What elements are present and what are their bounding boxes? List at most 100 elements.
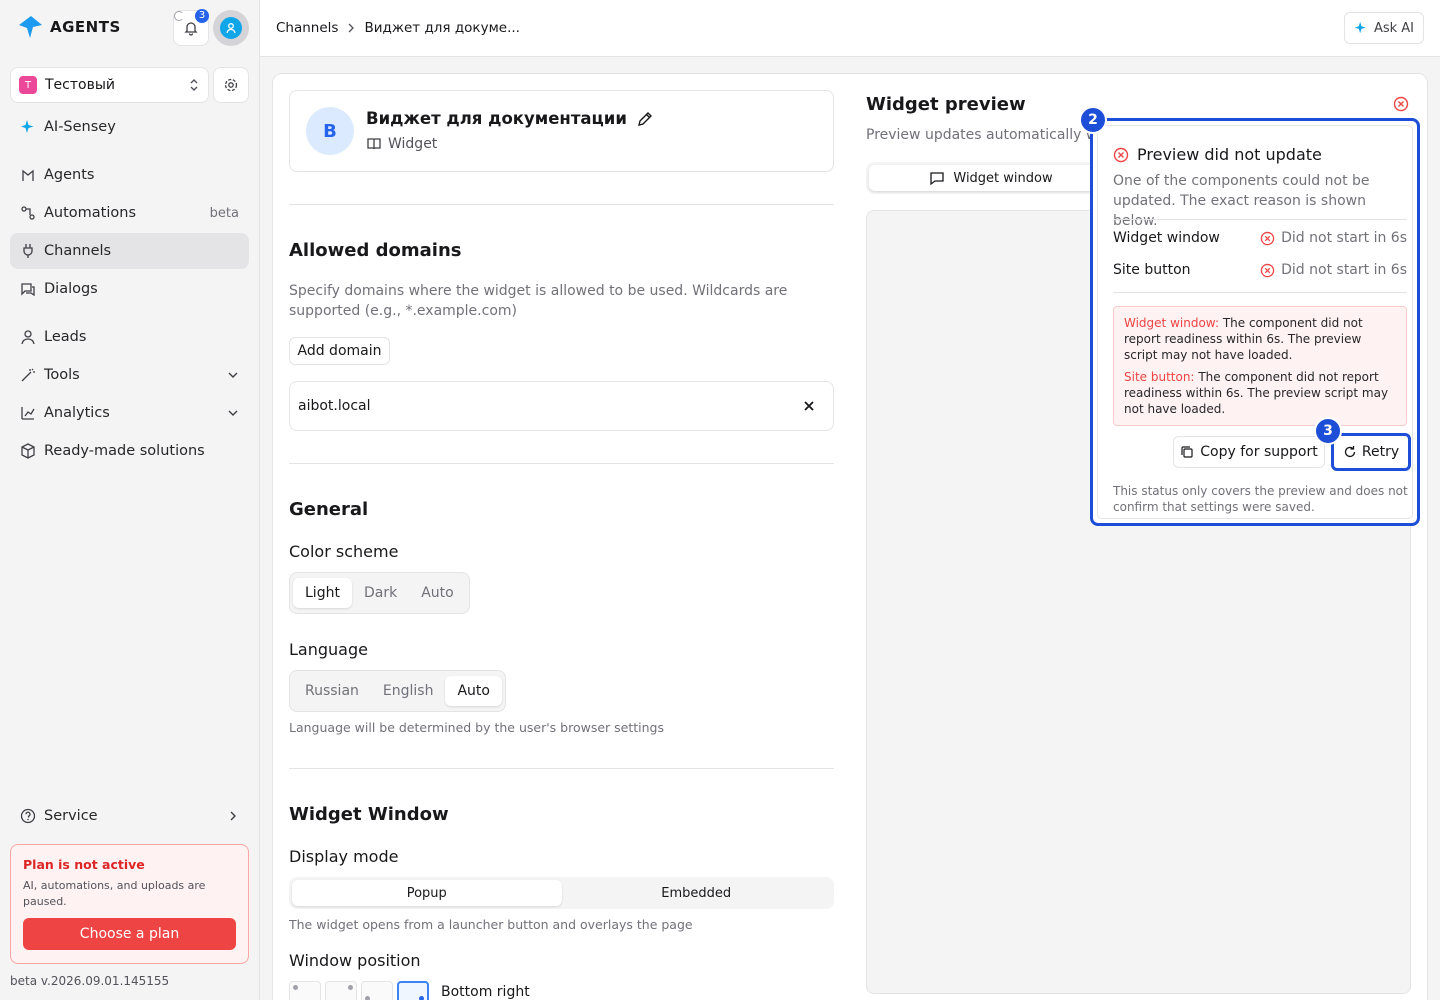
workspace-initial: Т: [19, 76, 37, 94]
sparkle-icon: [21, 120, 34, 133]
widget-type: Widget: [366, 136, 437, 152]
display-mode-popup[interactable]: Popup: [292, 880, 562, 906]
error-detail-widget-window: Widget window: The component did not rep…: [1124, 315, 1396, 363]
user-icon: [21, 330, 35, 345]
ask-ai-label: Ask AI: [1373, 20, 1414, 36]
user-icon: [220, 17, 242, 39]
sidebar-item-service[interactable]: Service: [10, 798, 249, 834]
allowed-domains-description: Specify domains where the widget is allo…: [289, 283, 788, 319]
notifications-badge: 3: [195, 9, 209, 23]
language-auto[interactable]: Auto: [445, 676, 502, 706]
position-bottom-left[interactable]: [361, 981, 393, 1000]
gear-icon: [224, 78, 238, 92]
sidebar-item-dialogs[interactable]: Dialogs: [10, 271, 249, 307]
status-row-name: Site button: [1113, 262, 1191, 278]
logo-icon: [19, 16, 42, 38]
close-icon[interactable]: [803, 400, 815, 412]
language-english[interactable]: English: [371, 676, 446, 706]
beta-badge: beta: [209, 205, 239, 221]
error-circle-icon: [1260, 263, 1275, 277]
sidebar-item-label: AI-Sensey: [44, 119, 116, 135]
general-title: General: [289, 499, 369, 520]
window-position-value: Bottom right: [441, 984, 530, 1000]
plan-warning-description: AI, automations, and uploads are paused.: [23, 879, 206, 908]
annotation-marker-3: 3: [1314, 417, 1342, 445]
popover-body: Preview did not update One of the compon…: [1097, 125, 1413, 519]
logo-text: AGENTS: [50, 18, 121, 36]
color-scheme-toggle: Light Dark Auto: [289, 572, 470, 614]
workspace-settings-button[interactable]: [213, 67, 249, 103]
retry-button[interactable]: Retry: [1331, 433, 1411, 471]
sidebar-item-ready-made-solutions[interactable]: Ready-made solutions: [10, 433, 249, 469]
color-scheme-light[interactable]: Light: [293, 578, 352, 608]
sidebar-item-label: Tools: [44, 367, 80, 383]
widget-avatar: В: [306, 107, 354, 155]
sidebar-item-automations[interactable]: Automations beta: [10, 195, 249, 231]
sidebar-item-leads[interactable]: Leads: [10, 319, 249, 355]
sidebar-item-label: Channels: [44, 243, 112, 259]
bell-icon: [184, 22, 198, 36]
close-circle-icon[interactable]: [1393, 96, 1409, 112]
retry-label: Retry: [1361, 444, 1400, 460]
language-russian[interactable]: Russian: [293, 676, 371, 706]
error-label: Widget window:: [1124, 316, 1219, 330]
pencil-icon[interactable]: [637, 111, 653, 127]
user-avatar[interactable]: [213, 10, 249, 46]
workspace-selector[interactable]: Т Тестовый: [10, 67, 209, 103]
preview-status-popover: Preview did not update One of the compon…: [1090, 118, 1420, 526]
sidebar-item-channels[interactable]: Channels: [10, 233, 249, 269]
position-top-left[interactable]: [289, 981, 321, 1000]
position-bottom-right[interactable]: [397, 981, 429, 1000]
sidebar-item-label: Analytics: [44, 405, 110, 421]
sidebar-item-tools[interactable]: Tools: [10, 357, 249, 393]
tab-widget-window[interactable]: Widget window: [869, 165, 1113, 191]
loading-spinner-icon: [174, 11, 184, 21]
divider: [289, 463, 834, 464]
preview-subtitle: Preview updates automatically wh: [866, 127, 1096, 143]
choose-plan-button[interactable]: Choose a plan: [23, 918, 236, 950]
display-mode-embedded[interactable]: Embedded: [562, 880, 832, 906]
copy-for-support-button[interactable]: Copy for support: [1173, 436, 1325, 468]
error-details: Widget window: The component did not rep…: [1113, 306, 1407, 426]
notifications-button[interactable]: 3: [173, 9, 209, 46]
divider: [1113, 292, 1407, 293]
status-text: Did not start in 6s: [1281, 262, 1407, 278]
chart-icon: [21, 407, 35, 420]
status-row-widget-window: Widget window Did not start in 6s: [1113, 230, 1407, 246]
color-scheme-label: Color scheme: [289, 542, 399, 561]
preview-tabs: Widget window: [866, 162, 1116, 194]
color-scheme-dark[interactable]: Dark: [352, 578, 409, 608]
error-circle-icon: [1260, 231, 1275, 245]
status-text: Did not start in 6s: [1281, 230, 1407, 246]
tab-label: Widget window: [953, 170, 1053, 186]
domain-value: aibot.local: [298, 398, 371, 414]
sidebar-item-analytics[interactable]: Analytics: [10, 395, 249, 431]
display-mode-toggle: Popup Embedded: [289, 877, 834, 909]
status-row-site-button: Site button Did not start in 6s: [1113, 262, 1407, 278]
preview-title: Widget preview: [866, 94, 1026, 115]
status-row-status: Did not start in 6s: [1260, 230, 1407, 246]
breadcrumb-current: Виджет для докуме...: [364, 20, 520, 36]
sidebar-item-label: Ready-made solutions: [44, 443, 205, 459]
color-scheme-auto[interactable]: Auto: [409, 578, 466, 608]
widget-card: В Виджет для документации Widget: [289, 90, 834, 172]
breadcrumb-channels[interactable]: Channels: [276, 20, 338, 36]
refresh-icon: [1344, 446, 1356, 458]
language-label: Language: [289, 640, 368, 659]
automations-icon: [21, 206, 35, 220]
sidebar-item-label: Leads: [44, 329, 87, 345]
ask-ai-button[interactable]: Ask AI: [1343, 12, 1424, 44]
widget-window-title: Widget Window: [289, 804, 449, 825]
popover-title: Preview did not update: [1113, 145, 1322, 164]
add-domain-button[interactable]: Add domain: [289, 337, 390, 365]
chevron-right-icon: [349, 23, 355, 33]
app-logo[interactable]: AGENTS: [18, 14, 121, 40]
error-detail-site-button: Site button: The component did not repor…: [1124, 369, 1396, 417]
sidebar: AGENTS 3 Т Тестовый AI-Sensey Agents Aut…: [0, 0, 260, 1000]
sidebar-item-label: Service: [44, 808, 98, 824]
sidebar-item-ai-sensey[interactable]: AI-Sensey: [10, 109, 249, 145]
agents-icon: [22, 169, 34, 181]
breadcrumb: Channels Виджет для докуме...: [276, 20, 520, 36]
position-top-right[interactable]: [325, 981, 357, 1000]
sidebar-item-agents[interactable]: Agents: [10, 157, 249, 193]
